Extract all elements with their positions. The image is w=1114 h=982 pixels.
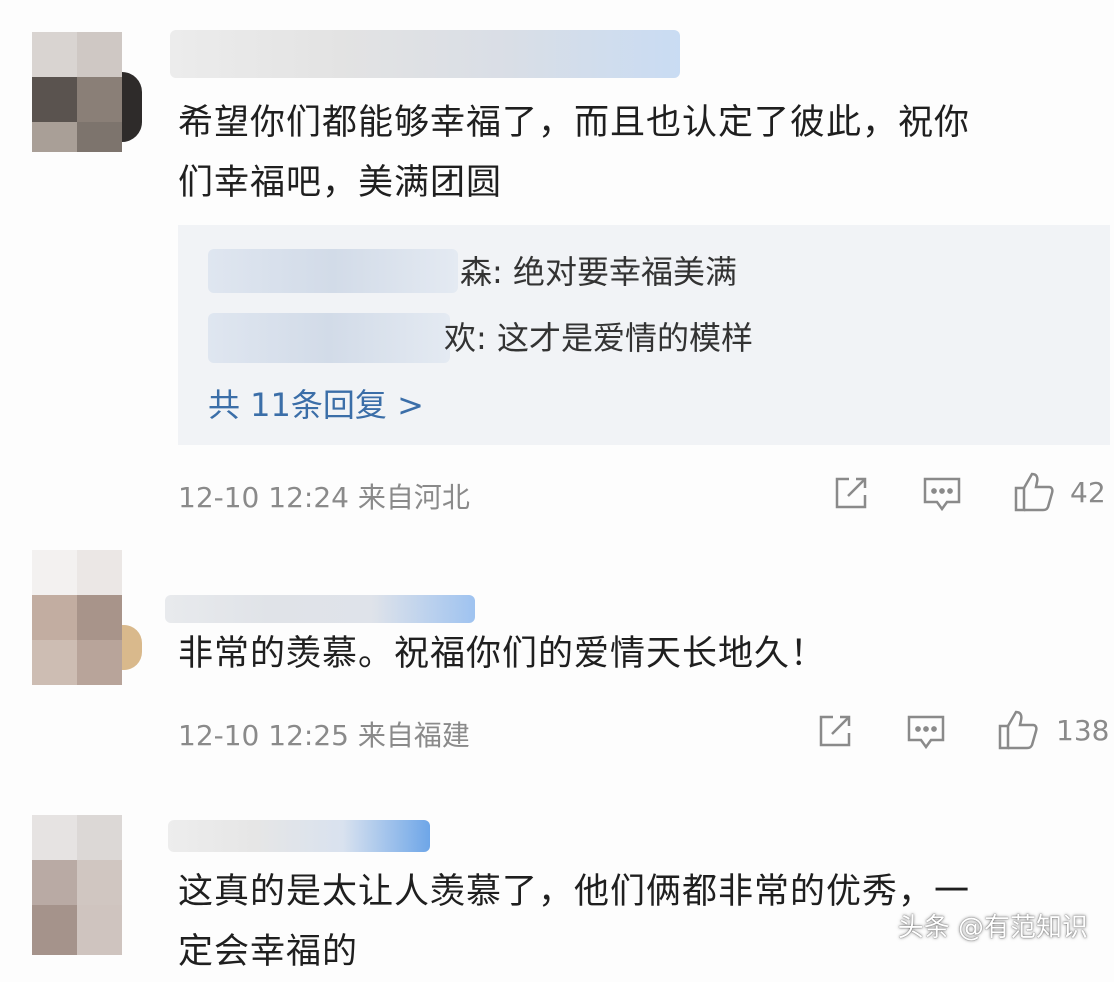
reply-username-tail: 森: [460, 253, 493, 291]
avatar[interactable]: [32, 32, 142, 152]
share-icon: [835, 477, 867, 509]
comment-icon: [907, 715, 945, 750]
comment-text-line1: 这真的是太让人羡慕了，他们俩都非常的优秀，一: [178, 872, 971, 912]
comment-icon: [923, 477, 961, 512]
more-replies-link[interactable]: 共 11条回复 >: [208, 380, 424, 426]
comment-text-line1: 非常的羡慕。祝福你们的爱情天长地久！: [178, 634, 827, 674]
username-redacted[interactable]: [170, 30, 680, 78]
comment-text-line2: 定会幸福的: [178, 932, 359, 972]
avatar[interactable]: [32, 550, 142, 705]
reply-text: : 绝对要幸福美满: [492, 253, 737, 291]
username-redacted[interactable]: [165, 595, 475, 623]
share-icon: [819, 715, 851, 747]
avatar[interactable]: [32, 815, 142, 955]
watermark: 头条 @有范知识: [897, 913, 1088, 943]
reply-username-tail: 欢: [444, 319, 477, 357]
comment-item-2: 非常的羡慕。祝福你们的爱情天长地久！ 12-10 12:25 来自福建 138: [0, 550, 1114, 790]
like-count: 42: [1070, 476, 1106, 509]
share-button[interactable]: [832, 474, 870, 512]
like-icon: [1014, 472, 1054, 512]
like-count: 138: [1056, 714, 1110, 747]
share-button[interactable]: [816, 712, 854, 750]
comment-item-1: 希望你们都能够幸福了，而且也认定了彼此，祝你 们幸福吧，美满团圆 森: 绝对要幸…: [0, 0, 1114, 540]
comment-text-line1: 希望你们都能够幸福了，而且也认定了彼此，祝你: [178, 103, 971, 143]
like-icon: [998, 710, 1038, 750]
reply-item-2[interactable]: 欢: 这才是爱情的模样: [178, 313, 1110, 363]
username-redacted[interactable]: [168, 820, 430, 852]
comment-meta: 12-10 12:24 来自河北: [178, 481, 470, 514]
reply-item-1[interactable]: 森: 绝对要幸福美满: [178, 247, 1110, 297]
reply-username-redacted: [208, 313, 450, 363]
comment-meta: 12-10 12:25 来自福建: [178, 719, 470, 752]
reply-box[interactable]: 森: 绝对要幸福美满 欢: 这才是爱情的模样 共 11条回复 >: [178, 225, 1110, 445]
comment-button[interactable]: [906, 712, 946, 752]
comment-button[interactable]: [922, 474, 962, 514]
reply-text: : 这才是爱情的模样: [476, 319, 753, 357]
reply-username-redacted: [208, 249, 458, 293]
comment-text-line2: 们幸福吧，美满团圆: [178, 163, 503, 203]
